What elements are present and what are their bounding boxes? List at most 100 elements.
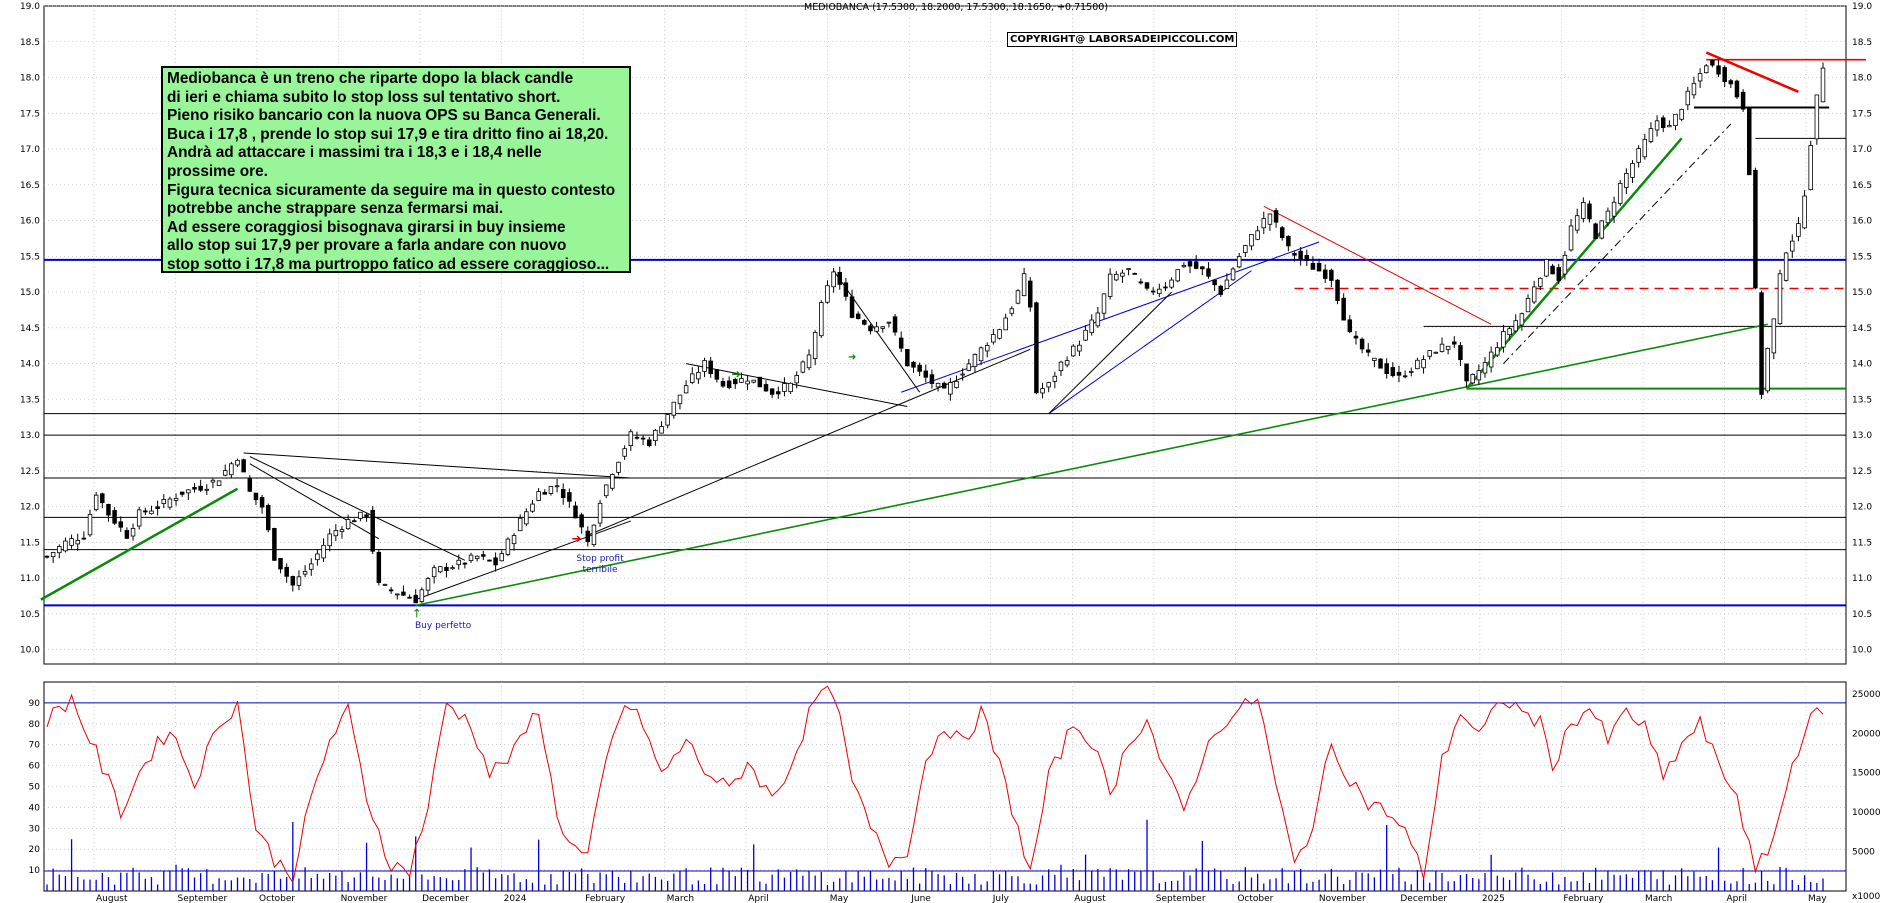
- candle-body: [1353, 335, 1359, 339]
- candle-body: [425, 578, 431, 591]
- candle-body: [702, 360, 707, 372]
- candle-body: [1790, 240, 1795, 252]
- candle-body: [1667, 125, 1672, 128]
- y-tick-label-right: 17.0: [1852, 145, 1872, 155]
- candle-body: [1101, 293, 1107, 314]
- candle-body: [862, 320, 867, 325]
- candle-body: [198, 485, 203, 491]
- candle-body: [1249, 234, 1254, 247]
- candle-body: [1525, 298, 1531, 313]
- candle-body: [1562, 254, 1568, 275]
- candle-body: [44, 555, 50, 558]
- candle-body: [812, 331, 818, 360]
- candle-body: [800, 361, 806, 373]
- candle-body: [1630, 163, 1635, 178]
- y-tick-label-left: 17.0: [20, 145, 40, 155]
- candle-body: [321, 544, 326, 559]
- y-tick-label-right: 18.5: [1852, 38, 1872, 48]
- candle-body: [395, 593, 400, 596]
- candle-body: [1341, 297, 1346, 321]
- candle-body: [1765, 347, 1770, 392]
- candle-body: [1144, 282, 1150, 289]
- candle-body: [1359, 338, 1365, 350]
- candle-body: [1193, 261, 1199, 269]
- candle-body: [665, 414, 670, 426]
- y-tick-label-left: 14.0: [20, 360, 40, 370]
- candle-body: [966, 363, 972, 371]
- candle-body: [1310, 262, 1316, 270]
- candle-body: [81, 537, 87, 540]
- candle-body: [1052, 375, 1058, 382]
- candle-body: [597, 502, 603, 524]
- y-tick-label-left: 17.5: [20, 109, 40, 119]
- candle-body: [690, 373, 695, 383]
- candle-body: [659, 426, 664, 434]
- candle-body: [1163, 286, 1168, 289]
- candle-body: [118, 521, 123, 528]
- candle-body: [1624, 173, 1629, 188]
- candle-body: [1710, 60, 1715, 66]
- candle-body: [161, 499, 167, 504]
- candle-body: [296, 576, 302, 586]
- candle-body: [1316, 262, 1322, 272]
- candle-body: [1427, 350, 1432, 357]
- note-line: Buca i 17,8 , prende lo stop sui 17,9 e …: [167, 125, 609, 143]
- candle-body: [474, 555, 480, 559]
- candle-body: [536, 491, 541, 501]
- candle-body: [241, 459, 246, 473]
- candle-body: [1716, 65, 1721, 75]
- candle-body: [1206, 268, 1211, 277]
- x-tick-label: August: [1074, 894, 1106, 903]
- candle-body: [1734, 80, 1740, 98]
- candle-body: [1617, 182, 1623, 204]
- candle-body: [1169, 279, 1174, 288]
- candle-body: [616, 461, 621, 473]
- candle-body: [1095, 312, 1101, 327]
- candle-body: [1175, 269, 1180, 282]
- candle-body: [1611, 201, 1617, 217]
- candle-body: [253, 492, 259, 501]
- candle-body: [917, 364, 922, 372]
- candle-body: [364, 514, 369, 517]
- candle-body: [143, 510, 148, 513]
- candle-body: [1292, 252, 1297, 256]
- candle-body: [1519, 313, 1525, 326]
- x-tick-label: 2025: [1482, 894, 1505, 903]
- candle-body: [1759, 292, 1764, 395]
- candle-body: [462, 562, 468, 565]
- y-tick-label-right: 15.5: [1852, 252, 1872, 262]
- volume-tick-label: 10000: [1852, 808, 1881, 818]
- candle-body: [935, 382, 941, 388]
- candle-body: [751, 379, 756, 383]
- candle-body: [124, 530, 130, 539]
- candle-body: [1722, 67, 1727, 83]
- x-tick-label: October: [259, 894, 295, 903]
- candle-body: [849, 296, 855, 318]
- candle-body: [136, 509, 142, 527]
- candle-body: [1476, 370, 1482, 381]
- y-tick-label-right: 11.0: [1852, 574, 1872, 584]
- volume-tick-label: 5000: [1852, 848, 1875, 858]
- y-tick-label-right: 19.0: [1852, 2, 1872, 12]
- y-tick-label-left: 12.5: [20, 467, 40, 477]
- candle-body: [1236, 256, 1242, 268]
- candle-body: [1028, 280, 1033, 308]
- y-tick-label-left: 16.0: [20, 217, 40, 227]
- y-tick-label-right: 14.0: [1852, 360, 1872, 370]
- candle-body: [622, 448, 627, 457]
- y-tick-label-left: 15.0: [20, 288, 40, 298]
- candle-body: [87, 514, 93, 536]
- candle-body: [1796, 223, 1801, 237]
- candle-body: [290, 576, 296, 586]
- candle-body: [173, 497, 179, 501]
- candle-body: [419, 589, 425, 602]
- annotation-buy: Buy perfetto: [415, 621, 472, 631]
- candle-body: [892, 316, 898, 333]
- candle-body: [1034, 302, 1039, 394]
- candle-body: [247, 477, 253, 492]
- candle-body: [309, 563, 314, 570]
- osc-tick-label: 80: [29, 720, 41, 730]
- y-tick-label-left: 14.5: [20, 324, 40, 334]
- candle-body: [1581, 202, 1586, 219]
- candle-body: [843, 282, 849, 297]
